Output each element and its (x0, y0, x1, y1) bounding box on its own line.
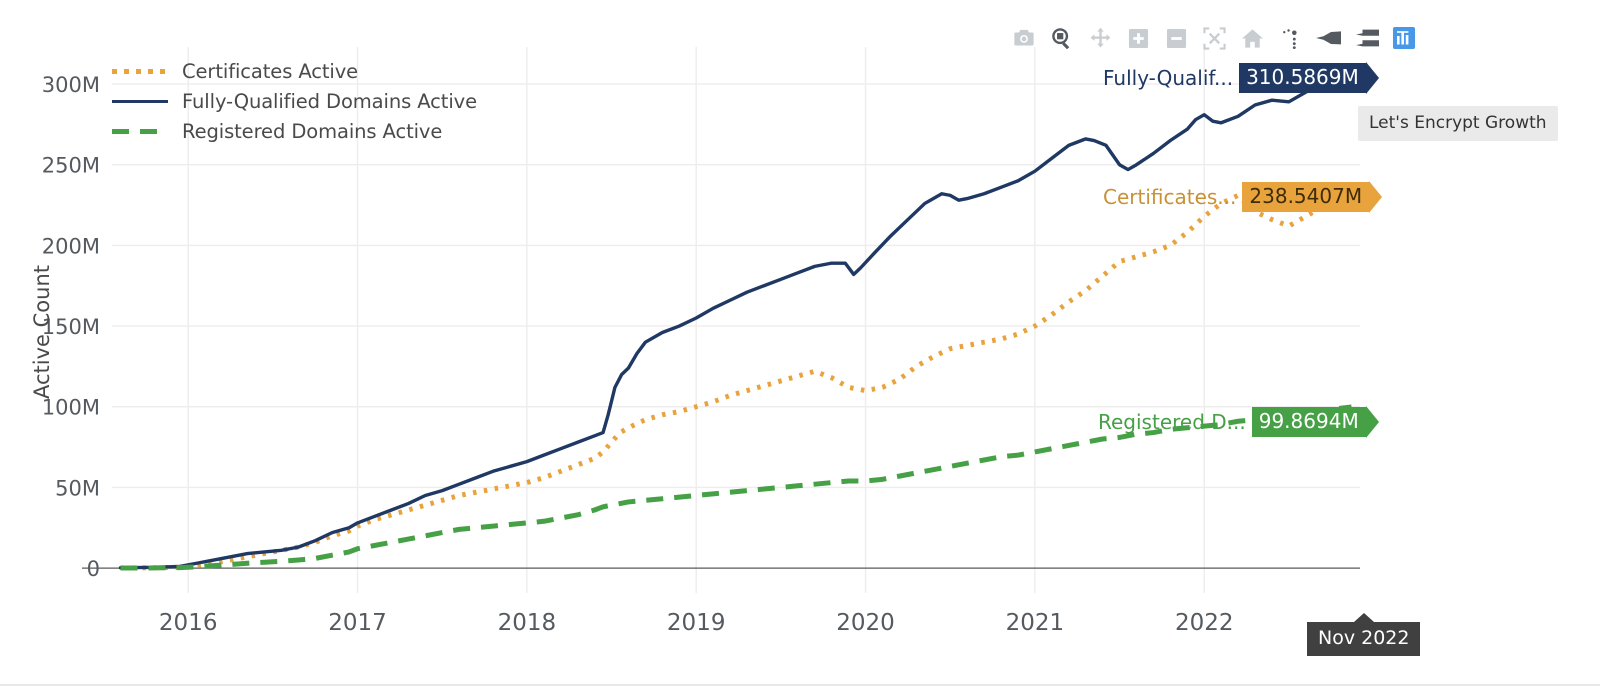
series-end-label-arrow (1365, 406, 1379, 438)
x-tick-label: 2017 (328, 610, 387, 636)
x-axis-hover-tooltip: Nov 2022 (1307, 613, 1421, 656)
y-tick-label: 300M (42, 73, 100, 97)
series-end-label: Certificates... 238.5407M (1103, 181, 1383, 213)
x-tick-label: 2022 (1175, 610, 1234, 636)
y-tick-label: 200M (42, 234, 100, 258)
y-tick-label: 100M (42, 396, 100, 420)
y-tick-label: 0 (87, 557, 100, 581)
series-end-label-value: 99.8694M (1251, 407, 1366, 437)
x-tick-label: 2018 (498, 610, 557, 636)
legend-item-label: Certificates Active (182, 59, 359, 83)
series-end-label: Registered D... 99.8694M (1098, 406, 1379, 438)
modebar-active-box (1393, 27, 1415, 49)
pan-icon[interactable] (1081, 22, 1119, 54)
series-end-label-value: 310.5869M (1239, 63, 1366, 93)
y-tick-label: 150M (42, 315, 100, 339)
camera-icon[interactable] (1005, 22, 1043, 54)
y-tick-label: 50M (55, 476, 100, 500)
legend-item[interactable]: Fully-Qualified Domains Active (112, 86, 477, 116)
x-tick-label: 2020 (836, 610, 895, 636)
autoscale-icon[interactable] (1195, 22, 1233, 54)
x-tick-label: 2021 (1006, 610, 1065, 636)
tooltip-nub (1353, 613, 1374, 622)
home-icon[interactable] (1233, 22, 1271, 54)
series-end-label: Fully-Qualif... 310.5869M (1103, 62, 1379, 94)
modebar[interactable] (1005, 22, 1423, 54)
zoom-icon[interactable] (1043, 22, 1081, 54)
series-end-label-value: 238.5407M (1242, 182, 1370, 212)
legend-swatch-solid-icon (112, 99, 168, 103)
x-tick-label: 2016 (159, 610, 218, 636)
legend[interactable]: Certificates Active Fully-Qualified Domai… (112, 56, 477, 146)
series-end-label-name: Fully-Qualif... (1103, 66, 1234, 90)
legend-item-label: Registered Domains Active (182, 119, 443, 143)
series-end-label-arrow (1365, 62, 1379, 94)
series-end-label-name: Certificates... (1103, 185, 1237, 209)
y-tick-label: 250M (42, 154, 100, 178)
hover-compare-icon[interactable] (1347, 22, 1385, 54)
hover-title-tooltip: Let's Encrypt Growth (1358, 106, 1558, 141)
legend-item-label: Fully-Qualified Domains Active (182, 89, 477, 113)
legend-item[interactable]: Certificates Active (112, 56, 477, 86)
zoom-out-icon[interactable] (1157, 22, 1195, 54)
spike-lines-icon[interactable] (1271, 22, 1309, 54)
legend-swatch-dotted-icon (112, 68, 168, 74)
legend-swatch-dashed-icon (112, 128, 168, 134)
x-axis-hover-label: Nov 2022 (1318, 627, 1410, 649)
x-tick-label: 2019 (667, 610, 726, 636)
zoom-in-icon[interactable] (1119, 22, 1157, 54)
hover-closest-icon[interactable] (1309, 22, 1347, 54)
series-end-label-name: Registered D... (1098, 410, 1246, 434)
chart-page: 0 50M 100M 150M 200M 250M 300M 2016 2017 2018 2019… (0, 0, 1600, 686)
legend-item[interactable]: Registered Domains Active (112, 116, 477, 146)
series-end-label-arrow (1369, 181, 1383, 213)
series-line[interactable] (120, 181, 1354, 571)
plotly-logo-icon[interactable] (1385, 22, 1423, 54)
